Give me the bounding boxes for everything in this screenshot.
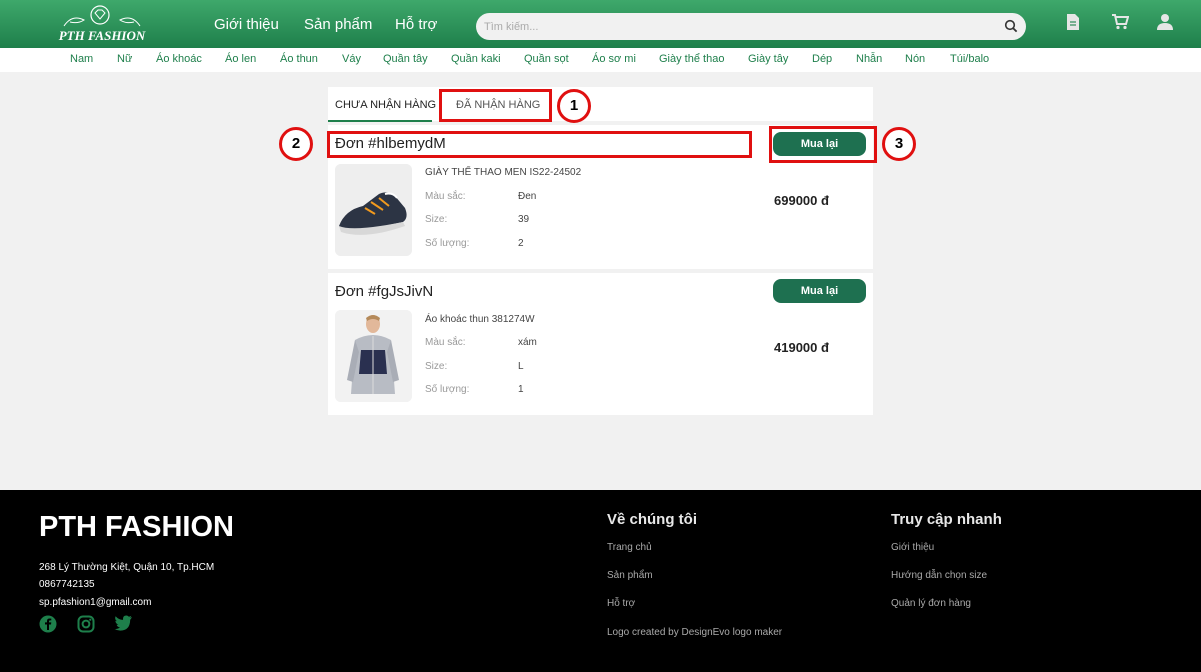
annotation-badge: 2: [279, 127, 313, 161]
buy-again-button[interactable]: Mua lại: [773, 279, 866, 303]
quantity-value: 2: [518, 238, 524, 249]
footer-link-ho-tro[interactable]: Hỗ trợ: [607, 598, 635, 609]
diamond-logo-icon: [63, 5, 141, 27]
order-title: Đơn #fgJsJivN: [335, 283, 434, 300]
size-value: 39: [518, 214, 530, 225]
order-price: 419000 đ: [774, 340, 829, 355]
category-nu[interactable]: Nữ: [117, 53, 132, 65]
category-bar: Nam Nữ Áo khoác Áo len Áo thun Váy Quần …: [0, 48, 1201, 72]
facebook-icon[interactable]: [39, 615, 57, 638]
size-value: L: [518, 361, 524, 372]
size-label: Size:: [425, 214, 448, 225]
annotation-box-order-title: [327, 131, 752, 158]
category-nam[interactable]: Nam: [70, 53, 93, 65]
color-value: Đen: [518, 191, 537, 202]
category-giay-the-thao[interactable]: Giày thể thao: [659, 53, 724, 65]
footer-link-huong-dan-chon-size[interactable]: Hướng dẫn chọn size: [891, 570, 987, 581]
nav-san-pham[interactable]: Sản phẩm: [304, 16, 372, 33]
color-value: xám: [518, 337, 537, 348]
quantity-label: Số lượng:: [425, 384, 470, 395]
category-ao-so-mi[interactable]: Áo sơ mi: [592, 53, 636, 65]
footer-link-trang-chu[interactable]: Trang chủ: [607, 542, 652, 553]
product-name: Giày thể thao Men IS22-24502: [425, 167, 582, 178]
instagram-icon[interactable]: [77, 615, 95, 638]
category-quan-sot[interactable]: Quần sọt: [524, 53, 569, 65]
annotation-badge: 3: [882, 127, 916, 161]
search-input[interactable]: [484, 17, 984, 36]
category-ao-thun[interactable]: Áo thun: [280, 53, 318, 65]
category-quan-tay[interactable]: Quần tây: [383, 53, 428, 65]
category-dep[interactable]: Dép: [812, 53, 832, 65]
color-label: Màu sắc:: [425, 337, 466, 348]
footer-link-san-pham[interactable]: Sản phẩm: [607, 570, 653, 581]
product-name: Áo khoác thun 381274W: [425, 314, 535, 325]
nav-gioi-thieu[interactable]: Giới thiệu: [214, 16, 279, 33]
twitter-icon[interactable]: [114, 615, 133, 636]
tab-not-received[interactable]: Chưa nhận hàng: [335, 99, 436, 111]
document-icon[interactable]: [1066, 13, 1080, 36]
site-logo[interactable]: PTH FASHION: [56, 4, 148, 46]
category-ao-len[interactable]: Áo len: [225, 53, 256, 65]
cart-icon[interactable]: [1111, 13, 1130, 35]
footer-address: 268 Lý Thường Kiệt, Quận 10, Tp.HCM: [39, 562, 215, 573]
product-image[interactable]: [335, 310, 412, 402]
order-card: Đơn #fgJsJivN Mua lại Áo khoác thun 3812…: [328, 273, 873, 415]
footer-link-designevo[interactable]: Logo created by DesignEvo logo maker: [607, 627, 782, 638]
site-footer: PTH FASHION 268 Lý Thường Kiệt, Quận 10,…: [0, 490, 1201, 672]
quantity-value: 1: [518, 384, 524, 395]
search-bar: [476, 13, 1026, 40]
active-tab-indicator: [328, 120, 432, 122]
size-label: Size:: [425, 361, 448, 372]
quantity-label: Số lượng:: [425, 238, 470, 249]
footer-quick-heading: Truy cập nhanh: [891, 511, 1002, 528]
annotation-box-received-tab: [439, 89, 552, 122]
order-tabs: Chưa nhận hàng Đã nhận hàng: [328, 87, 873, 122]
product-image[interactable]: [335, 164, 412, 256]
category-quan-kaki[interactable]: Quần kaki: [451, 53, 501, 65]
user-icon[interactable]: [1157, 13, 1173, 35]
site-header: PTH FASHION Giới thiệu Sản phẩm Hỗ trợ: [0, 0, 1201, 48]
footer-link-gioi-thieu[interactable]: Giới thiệu: [891, 542, 934, 553]
nav-ho-tro[interactable]: Hỗ trợ: [395, 16, 437, 33]
footer-phone: 0867742135: [39, 579, 95, 590]
search-icon[interactable]: [1004, 19, 1018, 38]
category-nhan[interactable]: Nhẫn: [856, 53, 882, 65]
logo-text: PTH FASHION: [58, 28, 146, 43]
sneaker-icon: [335, 164, 412, 256]
category-ao-khoac[interactable]: Áo khoác: [156, 53, 202, 65]
annotation-badge: 1: [557, 89, 591, 123]
category-tui-balo[interactable]: Túi/balo: [950, 53, 989, 65]
footer-about-heading: Về chúng tôi: [607, 511, 697, 528]
annotation-box-buy-again: [769, 126, 877, 163]
category-giay-tay[interactable]: Giày tây: [748, 53, 788, 65]
category-vay[interactable]: Váy: [342, 53, 361, 65]
category-non[interactable]: Nón: [905, 53, 925, 65]
footer-brand: PTH FASHION: [39, 511, 234, 543]
jacket-model-icon: [335, 310, 412, 402]
color-label: Màu sắc:: [425, 191, 466, 202]
footer-link-quan-ly-don-hang[interactable]: Quản lý đơn hàng: [891, 598, 971, 609]
footer-email: sp.pfashion1@gmail.com: [39, 597, 152, 608]
order-price: 699000 đ: [774, 193, 829, 208]
